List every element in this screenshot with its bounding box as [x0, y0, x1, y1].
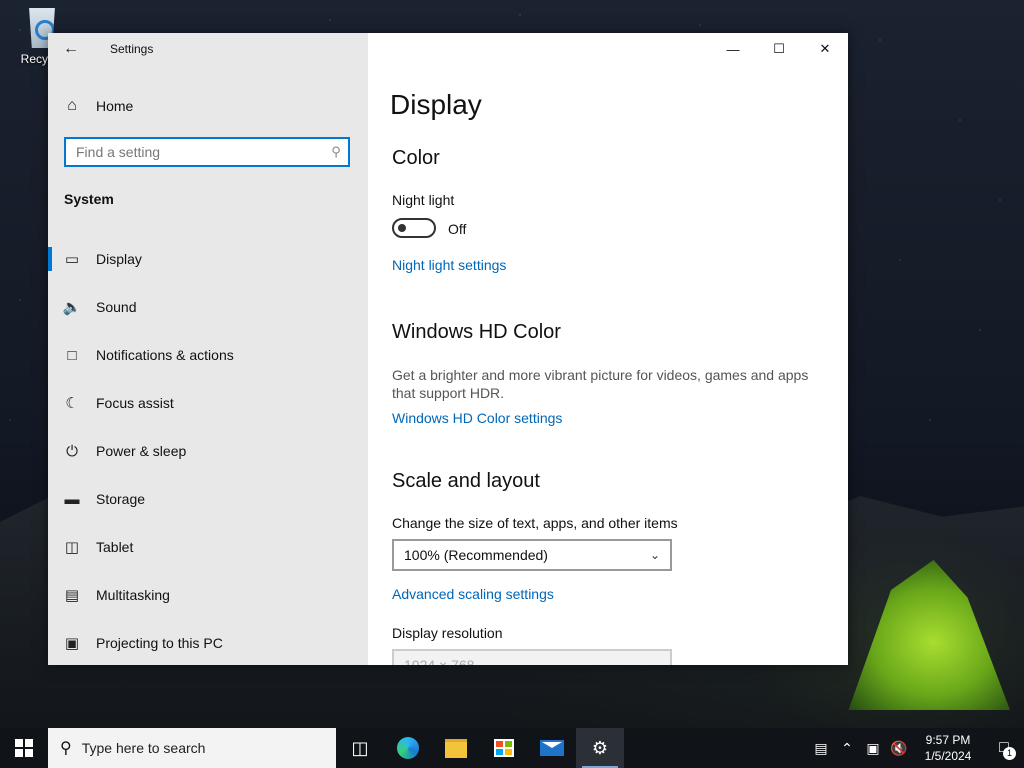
- resolution-label: Display resolution: [392, 625, 503, 641]
- sidebar-item-projecting[interactable]: ▣ Projecting to this PC: [48, 619, 368, 665]
- page-title: Display: [390, 89, 482, 120]
- sidebar: ← Settings ⌂ Home ⚲ System ▭ Display 🔈 S…: [48, 33, 368, 665]
- caption-buttons: — ☐ ✕: [710, 33, 848, 65]
- back-button[interactable]: ←: [48, 33, 94, 65]
- multitask-icon: ▤: [64, 587, 80, 604]
- color-heading: Color: [392, 147, 440, 169]
- maximize-icon: ☐: [773, 41, 785, 56]
- sidebar-item-storage[interactable]: ▬ Storage: [48, 475, 368, 523]
- start-button[interactable]: [0, 728, 48, 768]
- maximize-button[interactable]: ☐: [756, 33, 802, 65]
- chevron-down-icon: ⌄: [649, 658, 660, 665]
- gear-icon: ⚙: [591, 737, 609, 758]
- moon-icon: ☾: [65, 395, 79, 412]
- tablet-icon: ◫: [64, 539, 80, 556]
- title-bar: ← Settings: [48, 33, 368, 65]
- sidebar-item-label: Notifications & actions: [96, 347, 234, 363]
- sidebar-item-label: Focus assist: [96, 395, 174, 411]
- message-icon: □: [67, 346, 77, 364]
- task-view-button[interactable]: ◫: [336, 728, 384, 768]
- taskbar-search-text: Type here to search: [81, 740, 206, 756]
- search-icon: ⚲: [60, 740, 72, 757]
- home-nav-item[interactable]: ⌂ Home: [48, 87, 368, 125]
- sidebar-item-label: Multitasking: [96, 587, 170, 603]
- clock-time: 9:57 PM: [925, 733, 971, 747]
- resolution-dropdown[interactable]: 1024 × 768 ⌄: [392, 649, 672, 665]
- project-icon: ▣: [64, 635, 80, 652]
- night-light-label: Night light: [392, 192, 455, 208]
- main-content: — ☐ ✕ Display Color Night light Off Nigh…: [368, 33, 848, 665]
- night-light-settings-link[interactable]: Night light settings: [392, 257, 506, 273]
- chevron-up-icon[interactable]: ⌃: [834, 740, 860, 757]
- sidebar-item-multitasking[interactable]: ▤ Multitasking: [48, 571, 368, 619]
- sidebar-nav: ▭ Display 🔈 Sound □ Notifications & acti…: [48, 235, 368, 665]
- clock[interactable]: 9:57 PM 1/5/2024: [912, 732, 984, 764]
- system-tray: ▤ ⌃ ▣ 🔇 9:57 PM 1/5/2024 □ 1: [808, 728, 1024, 768]
- home-icon: ⌂: [67, 97, 77, 114]
- close-icon: ✕: [819, 41, 831, 56]
- sidebar-item-label: Display: [96, 251, 142, 267]
- taskbar-search-box[interactable]: ⚲ Type here to search: [48, 728, 336, 768]
- news-icon[interactable]: ▤: [808, 740, 834, 757]
- scale-value: 100% (Recommended): [404, 547, 548, 563]
- action-center-button[interactable]: □ 1: [984, 728, 1024, 768]
- file-explorer-button[interactable]: [432, 728, 480, 768]
- scale-dropdown[interactable]: 100% (Recommended) ⌄: [392, 539, 672, 571]
- sidebar-item-label: Power & sleep: [96, 443, 187, 459]
- night-light-state: Off: [448, 221, 467, 237]
- edge-icon: [397, 737, 419, 759]
- scale-layout-heading: Scale and layout: [392, 470, 540, 492]
- sidebar-item-label: Sound: [96, 299, 137, 315]
- search-icon[interactable]: ⚲: [324, 144, 348, 160]
- size-label: Change the size of text, apps, and other…: [392, 515, 678, 531]
- edge-button[interactable]: [384, 728, 432, 768]
- monitor-icon: ▭: [64, 251, 80, 268]
- mail-icon: [540, 740, 564, 756]
- mouse-cursor: [697, 48, 713, 62]
- resolution-value: 1024 × 768: [404, 657, 475, 665]
- night-light-toggle[interactable]: [392, 218, 436, 238]
- windows-logo-icon: [15, 739, 33, 757]
- advanced-scaling-link[interactable]: Advanced scaling settings: [392, 586, 554, 602]
- sidebar-item-tablet[interactable]: ◫ Tablet: [48, 523, 368, 571]
- notification-count-badge: 1: [1003, 747, 1016, 760]
- minimize-icon: —: [726, 41, 740, 57]
- sidebar-item-label: Storage: [96, 491, 146, 507]
- hd-color-settings-link[interactable]: Windows HD Color settings: [392, 410, 562, 426]
- hd-color-description: Get a brighter and more vibrant picture …: [392, 367, 809, 401]
- settings-window: ← Settings ⌂ Home ⚲ System ▭ Display 🔈 S…: [48, 33, 848, 665]
- sidebar-item-label: Projecting to this PC: [96, 635, 223, 651]
- sidebar-item-sound[interactable]: 🔈 Sound: [48, 283, 368, 331]
- settings-taskbar-button[interactable]: ⚙: [576, 728, 624, 768]
- power-icon: ⏻: [66, 442, 78, 460]
- settings-search-box: ⚲: [64, 137, 350, 167]
- speaker-icon: 🔈: [62, 299, 82, 316]
- mail-button[interactable]: [528, 728, 576, 768]
- sidebar-item-focus-assist[interactable]: ☾ Focus assist: [48, 379, 368, 427]
- taskbar: ⚲ Type here to search ◫ ⚙ ▤ ⌃ ▣ 🔇 9:57 P…: [0, 728, 1024, 768]
- arrow-left-icon: ←: [63, 40, 79, 57]
- store-icon: [494, 739, 514, 757]
- network-icon[interactable]: ▣: [860, 740, 886, 757]
- sidebar-item-notifications[interactable]: □ Notifications & actions: [48, 331, 368, 379]
- clock-date: 1/5/2024: [924, 749, 972, 763]
- hd-color-heading: Windows HD Color: [392, 321, 561, 343]
- volume-muted-icon[interactable]: 🔇: [886, 740, 912, 757]
- task-view-icon: ◫: [351, 737, 369, 758]
- sidebar-item-label: Tablet: [96, 539, 134, 555]
- sidebar-item-power-sleep[interactable]: ⏻ Power & sleep: [48, 427, 368, 475]
- minimize-button[interactable]: —: [710, 33, 756, 65]
- store-button[interactable]: [480, 728, 528, 768]
- section-heading: System: [64, 191, 114, 207]
- window-title: Settings: [110, 42, 154, 56]
- chevron-down-icon: ⌄: [649, 548, 660, 562]
- sidebar-item-display[interactable]: ▭ Display: [48, 235, 368, 283]
- home-label: Home: [96, 98, 134, 114]
- drive-icon: ▬: [64, 490, 80, 508]
- folder-icon: [445, 738, 467, 758]
- close-button[interactable]: ✕: [802, 33, 848, 65]
- search-input[interactable]: [66, 144, 324, 160]
